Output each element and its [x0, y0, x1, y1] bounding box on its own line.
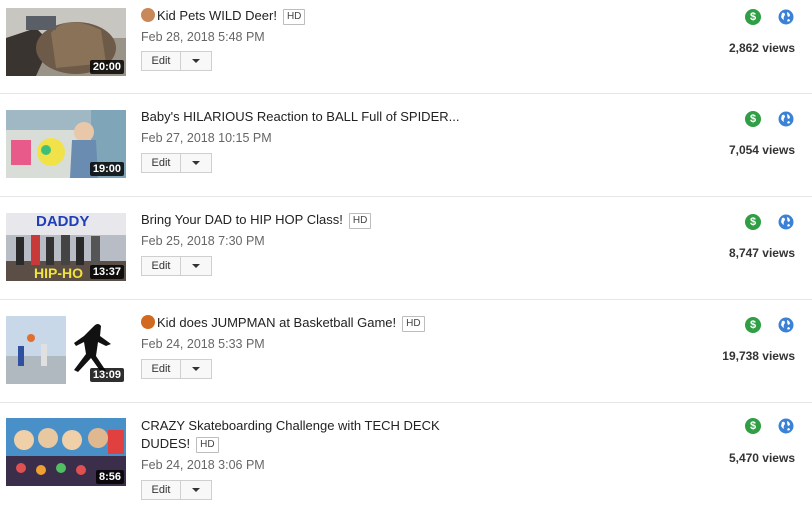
- thumbnail-caption: DADDY: [36, 213, 90, 230]
- edit-button[interactable]: Edit: [141, 256, 181, 276]
- view-count: 8,747 views: [728, 246, 795, 260]
- edit-dropdown-button[interactable]: [181, 51, 212, 71]
- video-title-line: CRAZY Skateboarding Challenge with TECH …: [141, 418, 440, 433]
- edit-button[interactable]: Edit: [141, 480, 181, 500]
- globe-icon[interactable]: [778, 317, 794, 333]
- video-row: 20:00 Kid Pets WILD Deer! HD Feb 28, 2018…: [0, 0, 812, 94]
- edit-dropdown-button[interactable]: [181, 359, 212, 379]
- edit-button-group: Edit: [141, 480, 212, 500]
- globe-icon[interactable]: [778, 418, 794, 434]
- video-row: 13:09 Kid does JUMPMAN at Basketball Gam…: [0, 300, 812, 403]
- thumbnail-caption: HIP-HO: [34, 265, 83, 281]
- video-date: Feb 24, 2018 5:33 PM: [141, 337, 265, 351]
- dollar-icon[interactable]: $: [745, 317, 761, 333]
- edit-button[interactable]: Edit: [141, 153, 181, 173]
- video-row: 19:00 Baby's HILARIOUS Reaction to BALL …: [0, 94, 812, 197]
- dollar-icon[interactable]: $: [745, 111, 761, 127]
- caret-down-icon: [192, 161, 200, 165]
- view-count: 7,054 views: [728, 143, 795, 157]
- video-thumbnail[interactable]: 20:00: [6, 8, 126, 76]
- video-title[interactable]: Bring Your DAD to HIP HOP Class! HD: [141, 211, 372, 229]
- globe-icon[interactable]: [778, 214, 794, 230]
- video-title-text: Baby's HILARIOUS Reaction to BALL Full o…: [141, 109, 460, 124]
- edit-button-group: Edit: [141, 153, 212, 173]
- hd-badge: HD: [348, 213, 372, 229]
- view-count: 19,738 views: [722, 349, 795, 363]
- hd-badge: HD: [282, 9, 306, 25]
- video-title[interactable]: CRAZY Skateboarding Challenge with TECH …: [141, 417, 440, 453]
- caret-down-icon: [192, 264, 200, 268]
- video-title-text: Bring Your DAD to HIP HOP Class!: [141, 212, 343, 227]
- dollar-icon[interactable]: $: [745, 9, 761, 25]
- video-row: DADDY HIP-HO 13:37 Bring Your DAD to HIP…: [0, 197, 812, 300]
- edit-button[interactable]: Edit: [141, 359, 181, 379]
- video-thumbnail[interactable]: 19:00: [6, 110, 126, 178]
- caret-down-icon: [192, 59, 200, 63]
- video-duration: 19:00: [89, 162, 124, 176]
- edit-button[interactable]: Edit: [141, 51, 181, 71]
- video-title-text: DUDES!: [141, 436, 191, 451]
- person-emoji-icon: [141, 8, 155, 22]
- video-date: Feb 25, 2018 7:30 PM: [141, 234, 265, 248]
- video-title[interactable]: Kid does JUMPMAN at Basketball Game! HD: [141, 314, 425, 332]
- basketball-emoji-icon: [141, 315, 155, 329]
- video-row: 8:56 CRAZY Skateboarding Challenge with …: [0, 403, 812, 506]
- hd-badge: HD: [196, 437, 219, 453]
- video-date: Feb 27, 2018 10:15 PM: [141, 131, 272, 145]
- edit-dropdown-button[interactable]: [181, 153, 212, 173]
- hd-badge: HD: [402, 316, 425, 332]
- video-title[interactable]: Baby's HILARIOUS Reaction to BALL Full o…: [141, 108, 459, 125]
- video-thumbnail[interactable]: DADDY HIP-HO 13:37: [6, 213, 126, 281]
- edit-button-group: Edit: [141, 256, 212, 276]
- edit-dropdown-button[interactable]: [181, 480, 212, 500]
- video-date: Feb 24, 2018 3:06 PM: [141, 458, 265, 472]
- view-count: 2,862 views: [728, 41, 795, 55]
- caret-down-icon: [192, 367, 200, 371]
- video-title-line: DUDES! HD: [141, 435, 440, 453]
- video-title-text: Kid does JUMPMAN at Basketball Game!: [157, 315, 397, 330]
- globe-icon[interactable]: [778, 9, 794, 25]
- view-count: 5,470 views: [728, 451, 795, 465]
- video-duration: 13:37: [89, 265, 124, 279]
- caret-down-icon: [192, 488, 200, 492]
- edit-button-group: Edit: [141, 359, 212, 379]
- video-date: Feb 28, 2018 5:48 PM: [141, 30, 265, 44]
- video-duration: 13:09: [89, 368, 124, 382]
- edit-button-group: Edit: [141, 51, 212, 71]
- video-duration: 20:00: [89, 60, 124, 74]
- video-thumbnail[interactable]: 13:09: [6, 316, 126, 384]
- globe-icon[interactable]: [778, 111, 794, 127]
- dollar-icon[interactable]: $: [745, 418, 761, 434]
- dollar-icon[interactable]: $: [745, 214, 761, 230]
- video-title[interactable]: Kid Pets WILD Deer! HD: [141, 7, 306, 25]
- video-duration: 8:56: [95, 470, 124, 484]
- edit-dropdown-button[interactable]: [181, 256, 212, 276]
- video-thumbnail[interactable]: 8:56: [6, 418, 126, 486]
- video-title-text: Kid Pets WILD Deer!: [157, 8, 277, 23]
